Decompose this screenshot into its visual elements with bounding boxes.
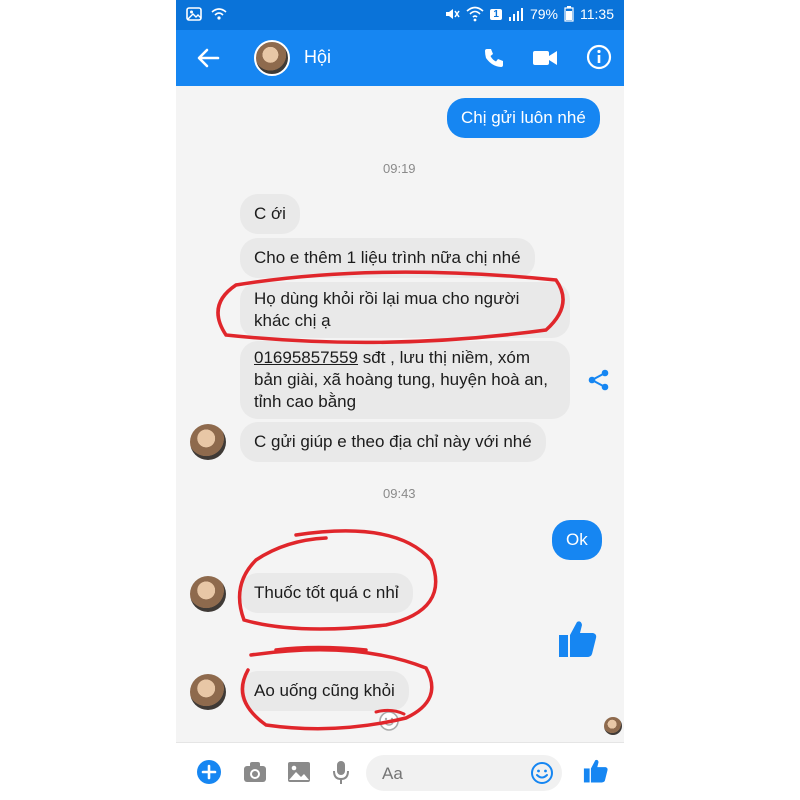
camera-icon[interactable]	[242, 759, 268, 785]
gallery-icon[interactable]	[286, 759, 312, 785]
messenger-screen: 1 79% 11:35 Hội Chị gửi luôn nhé 09:19 C…	[176, 0, 624, 800]
microphone-icon[interactable]	[328, 759, 354, 785]
like-button-icon[interactable]	[582, 757, 610, 785]
red-annotation-marks	[216, 270, 565, 731]
emoji-icon[interactable]	[530, 761, 554, 785]
message-input-box[interactable]	[366, 755, 562, 791]
message-input[interactable]	[380, 761, 524, 787]
plus-icon[interactable]	[196, 759, 222, 785]
message-composer	[176, 742, 624, 800]
